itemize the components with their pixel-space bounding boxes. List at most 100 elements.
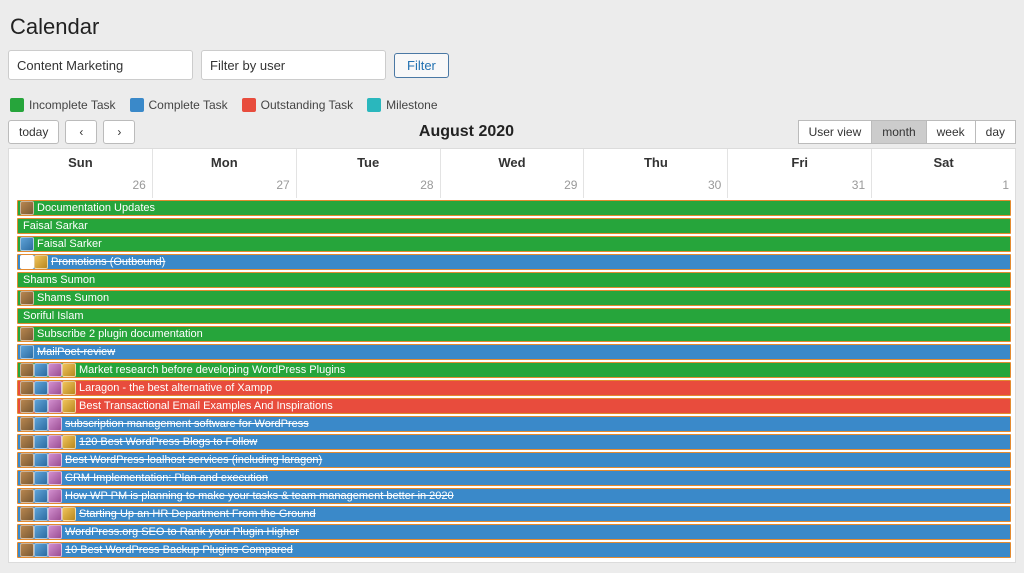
swatch-outstanding <box>242 98 256 112</box>
avatar-group <box>20 507 76 521</box>
task-bar-row: Soriful Islam <box>9 308 1015 324</box>
category-select-value: Content Marketing <box>17 58 123 73</box>
avatar <box>20 255 34 269</box>
task-bar[interactable]: Market research before developing WordPr… <box>17 362 1011 378</box>
date-number: 30 <box>708 178 721 192</box>
task-bar-row: WordPress.org SEO to Rank your Plugin Hi… <box>9 524 1015 540</box>
task-bar-row: Shams Sumon <box>9 290 1015 306</box>
view-user-button[interactable]: User view <box>798 120 872 144</box>
task-label: Starting Up an HR Department From the Gr… <box>79 508 316 520</box>
avatar-group <box>20 255 48 269</box>
task-bar-row: How WP PM is planning to make your tasks… <box>9 488 1015 504</box>
dates-row: 26 27 28 29 30 31 1 <box>9 176 1015 198</box>
task-label: CRM Implementation: Plan and execution <box>65 472 268 484</box>
calendar: Sun Mon Tue Wed Thu Fri Sat 26 27 28 29 … <box>8 148 1016 563</box>
legend-label: Milestone <box>386 98 437 112</box>
next-button[interactable]: › <box>103 120 135 144</box>
date-cell[interactable]: 29 <box>441 176 585 198</box>
avatar <box>48 435 62 449</box>
task-bar[interactable]: Documentation Updates <box>17 200 1011 216</box>
task-label: Promotions (Outbound) <box>51 256 165 268</box>
task-bar[interactable]: Promotions (Outbound) <box>17 254 1011 270</box>
avatar <box>20 471 34 485</box>
avatar <box>48 381 62 395</box>
avatar <box>20 291 34 305</box>
avatar-group <box>20 327 34 341</box>
task-label: Soriful Islam <box>23 310 84 322</box>
task-bar[interactable]: Starting Up an HR Department From the Gr… <box>17 506 1011 522</box>
calendar-header: Sun Mon Tue Wed Thu Fri Sat <box>9 149 1015 176</box>
task-bar-row: CRM Implementation: Plan and execution <box>9 470 1015 486</box>
task-bar[interactable]: Subscribe 2 plugin documentation <box>17 326 1011 342</box>
date-cell[interactable]: 31 <box>728 176 872 198</box>
task-bar[interactable]: Best Transactional Email Examples And In… <box>17 398 1011 414</box>
task-bar[interactable]: CRM Implementation: Plan and execution <box>17 470 1011 486</box>
avatar <box>20 237 34 251</box>
avatar <box>20 525 34 539</box>
task-bar-row: Best WordPress loalhost services (includ… <box>9 452 1015 468</box>
task-bar[interactable]: MailPoet-review <box>17 344 1011 360</box>
task-bar[interactable]: Shams Sumon <box>17 290 1011 306</box>
day-header: Mon <box>153 149 297 176</box>
avatar <box>62 363 76 377</box>
date-cell[interactable]: 28 <box>297 176 441 198</box>
task-bar[interactable]: Soriful Islam <box>17 308 1011 324</box>
task-bar[interactable]: 120 Best WordPress Blogs to Follow <box>17 434 1011 450</box>
task-label: Documentation Updates <box>37 202 155 214</box>
avatar <box>20 453 34 467</box>
task-bar-row: Laragon - the best alternative of Xampp <box>9 380 1015 396</box>
day-header: Fri <box>728 149 872 176</box>
task-bar-row: Subscribe 2 plugin documentation <box>9 326 1015 342</box>
task-bar[interactable]: Best WordPress loalhost services (includ… <box>17 452 1011 468</box>
date-cell[interactable]: 1 <box>872 176 1015 198</box>
avatar <box>34 543 48 557</box>
user-select-placeholder: Filter by user <box>210 58 285 73</box>
prev-button[interactable]: ‹ <box>65 120 97 144</box>
date-cell[interactable]: 30 <box>584 176 728 198</box>
task-label: WordPress.org SEO to Rank your Plugin Hi… <box>65 526 299 538</box>
task-bar[interactable]: Faisal Sarkar <box>17 218 1011 234</box>
avatar <box>62 381 76 395</box>
legend-label: Complete Task <box>149 98 228 112</box>
task-bar-row: Shams Sumon <box>9 272 1015 288</box>
date-number: 31 <box>852 178 865 192</box>
legend-item-complete: Complete Task <box>130 98 228 112</box>
avatar <box>20 399 34 413</box>
avatar <box>20 435 34 449</box>
category-select[interactable]: Content Marketing <box>8 50 193 80</box>
task-bar[interactable]: 10 Best WordPress Backup Plugins Compare… <box>17 542 1011 558</box>
avatar <box>48 417 62 431</box>
avatar-group <box>20 417 62 431</box>
avatar <box>34 507 48 521</box>
avatar <box>34 525 48 539</box>
avatar <box>48 471 62 485</box>
filter-bar: Content Marketing Filter by user Filter <box>8 50 1016 80</box>
task-bar[interactable]: How WP PM is planning to make your tasks… <box>17 488 1011 504</box>
task-bar[interactable]: subscription management software for Wor… <box>17 416 1011 432</box>
filter-button[interactable]: Filter <box>394 53 449 78</box>
legend-label: Outstanding Task <box>261 98 354 112</box>
date-number: 29 <box>564 178 577 192</box>
task-bar[interactable]: Shams Sumon <box>17 272 1011 288</box>
today-button[interactable]: today <box>8 120 59 144</box>
user-select[interactable]: Filter by user <box>201 50 386 80</box>
task-label: Subscribe 2 plugin documentation <box>37 328 203 340</box>
avatar <box>34 399 48 413</box>
task-label: Best Transactional Email Examples And In… <box>79 400 333 412</box>
date-cell[interactable]: 26 <box>9 176 153 198</box>
avatar <box>20 507 34 521</box>
day-header: Sat <box>872 149 1015 176</box>
view-day-button[interactable]: day <box>975 120 1016 144</box>
task-bar[interactable]: Laragon - the best alternative of Xampp <box>17 380 1011 396</box>
task-bar[interactable]: WordPress.org SEO to Rank your Plugin Hi… <box>17 524 1011 540</box>
task-bar-row: Market research before developing WordPr… <box>9 362 1015 378</box>
view-month-button[interactable]: month <box>871 120 925 144</box>
view-week-button[interactable]: week <box>926 120 975 144</box>
task-bar[interactable]: Faisal Sarker <box>17 236 1011 252</box>
task-bar-row: subscription management software for Wor… <box>9 416 1015 432</box>
task-label: MailPoet-review <box>37 346 115 358</box>
avatar <box>62 507 76 521</box>
date-cell[interactable]: 27 <box>153 176 297 198</box>
avatar <box>34 489 48 503</box>
avatar-group <box>20 291 34 305</box>
